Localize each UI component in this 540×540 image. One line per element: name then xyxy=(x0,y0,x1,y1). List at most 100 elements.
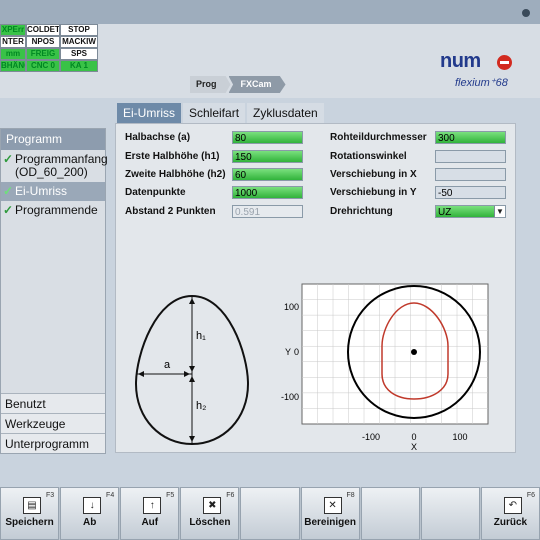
brand-subtitle: flexium⁺68 xyxy=(455,77,508,89)
sidebar-title: Programm xyxy=(1,129,105,150)
x-tick-label: 100 xyxy=(452,432,467,442)
sidebar-item-programmanfang[interactable]: ✓ Programmanfang (OD_60_200) xyxy=(1,150,108,182)
abstand-field: 0.591 xyxy=(232,205,303,218)
status-grid: XPErr COLDET STOP NTER NPOS MACKIW mm FR… xyxy=(0,24,98,72)
param-label: Rohteildurchmesser xyxy=(330,132,427,143)
status-cell: COLDET xyxy=(26,24,60,36)
fkey-label: F8 xyxy=(346,492,355,499)
button-label: Löschen xyxy=(189,517,231,528)
sidebar-item-ei-umriss[interactable]: ✓ Ei-Umriss xyxy=(1,182,105,201)
param-label: Datenpunkte xyxy=(125,187,186,198)
status-cell: SPS xyxy=(60,48,98,60)
sidebar-item-programmende[interactable]: ✓ Programmende xyxy=(1,201,105,220)
chevron-down-icon[interactable]: ▼ xyxy=(494,206,505,217)
x-axis-label: X xyxy=(411,442,417,452)
param-label: Rotationswinkel xyxy=(330,151,407,162)
empty-softkey[interactable] xyxy=(360,487,420,540)
clear-icon: ✕ xyxy=(323,497,342,514)
y-tick-label: -100 xyxy=(281,392,299,402)
down-icon: ↓ xyxy=(83,497,102,514)
status-cell: NPOS xyxy=(26,36,60,48)
up-icon: ↑ xyxy=(143,497,162,514)
verschiebung-x-field[interactable] xyxy=(435,168,506,181)
tab-schleifart[interactable]: Schleifart xyxy=(183,103,246,123)
header: XPErr COLDET STOP NTER NPOS MACKIW mm FR… xyxy=(0,0,540,98)
tab-bar: Ei-Umriss Schleifart Zyklusdaten xyxy=(117,103,324,123)
back-icon: ↶ xyxy=(503,497,522,514)
status-cell: FREIG xyxy=(26,48,60,60)
speichern-button[interactable]: F3 ▤ Speichern xyxy=(0,487,60,540)
arrow-icon xyxy=(189,298,195,304)
arrow-icon xyxy=(189,376,195,382)
empty-softkey[interactable] xyxy=(420,487,480,540)
param-label: Drehrichtung xyxy=(330,206,393,217)
arrow-icon xyxy=(184,371,190,377)
a-label: a xyxy=(164,359,171,371)
breadcrumb-fxcam[interactable]: FXCam xyxy=(228,76,286,93)
tab-ei-umriss[interactable]: Ei-Umriss xyxy=(117,103,181,123)
rotationswinkel-field[interactable] xyxy=(435,150,506,163)
sidebar-item-label: Programmende xyxy=(15,203,98,217)
empty-softkey[interactable] xyxy=(240,487,300,540)
button-label: Auf xyxy=(141,517,159,528)
halbachse-field[interactable]: 80 xyxy=(232,131,303,144)
drehrichtung-select[interactable]: UZ ▼ xyxy=(435,205,506,218)
check-icon: ✓ xyxy=(3,203,14,217)
ab-button[interactable]: F4 ↓ Ab xyxy=(60,487,120,540)
auf-button[interactable]: F5 ↑ Auf xyxy=(120,487,180,540)
datenpunkte-field[interactable]: 1000 xyxy=(232,186,303,199)
sidebar-werkzeuge[interactable]: Werkzeuge xyxy=(1,413,105,433)
x-tick-label: 0 xyxy=(411,432,416,442)
param-label: Zweite Halbhöhe (h2) xyxy=(125,169,226,180)
h1-field[interactable]: 150 xyxy=(232,150,303,163)
y-tick-label: 0 xyxy=(294,347,299,357)
fkey-label: F5 xyxy=(166,492,175,499)
loeschen-button[interactable]: F6 ✖ Löschen xyxy=(180,487,240,540)
check-icon: ✓ xyxy=(3,184,14,198)
breadcrumb-prog[interactable]: Prog xyxy=(190,76,231,93)
h2-field[interactable]: 60 xyxy=(232,168,303,181)
h1-label: h₁ xyxy=(196,330,206,342)
rohteildurchmesser-field[interactable]: 300 xyxy=(435,131,506,144)
sidebar-item-label: Ei-Umriss xyxy=(15,184,67,198)
top-bar xyxy=(0,0,540,24)
trash-icon: ✖ xyxy=(203,497,222,514)
x-tick-label: -100 xyxy=(362,432,380,442)
button-label: Ab xyxy=(82,517,97,528)
arrow-icon xyxy=(189,436,195,442)
param-label: Halbachse (a) xyxy=(125,132,191,143)
egg-sketch: h₁ h₂ a xyxy=(134,294,250,446)
param-label: Verschiebung in X xyxy=(330,169,417,180)
tab-zyklusdaten[interactable]: Zyklusdaten xyxy=(247,103,324,123)
bereinigen-button[interactable]: F8 ✕ Bereinigen xyxy=(300,487,360,540)
status-cell: BHÄNG xyxy=(0,60,26,72)
param-label: Erste Halbhöhe (h1) xyxy=(125,151,220,162)
fkey-label: F4 xyxy=(106,492,115,499)
program-sidebar: Programm ✓ Programmanfang (OD_60_200) ✓ … xyxy=(0,128,108,454)
status-cell: CNC 0 xyxy=(26,60,60,72)
fkey-label: F6 xyxy=(226,492,235,499)
breadcrumb: Prog FXCam xyxy=(190,76,286,93)
logo-mark-icon xyxy=(497,55,512,70)
button-label: Zurück xyxy=(493,517,528,528)
sidebar-benutzt[interactable]: Benutzt xyxy=(1,393,105,413)
param-label: Abstand 2 Punkten xyxy=(125,206,216,217)
arrow-icon xyxy=(138,371,144,377)
contour-plot: -100 0 100 100 0 -100 X Y xyxy=(281,283,489,452)
sidebar-unterprogramm[interactable]: Unterprogramm xyxy=(1,433,105,453)
zurueck-button[interactable]: F6 ↶ Zurück xyxy=(480,487,540,540)
drehrichtung-value: UZ xyxy=(438,207,452,218)
status-cell: XPErr xyxy=(0,24,26,36)
arrow-icon xyxy=(189,366,195,372)
indicator-icon xyxy=(522,9,530,17)
status-cell: mm xyxy=(0,48,26,60)
brand-logo: num xyxy=(440,50,481,72)
status-cell: NTER xyxy=(0,36,26,48)
status-cell: KA 1 xyxy=(60,60,98,72)
verschiebung-y-field[interactable]: -50 xyxy=(435,186,506,199)
check-icon: ✓ xyxy=(3,152,14,166)
param-label: Verschiebung in Y xyxy=(330,187,417,198)
softkey-bar: F3 ▤ Speichern F4 ↓ Ab F5 ↑ Auf F6 ✖ Lös… xyxy=(0,487,540,540)
y-tick-label: 100 xyxy=(284,302,299,312)
status-cell: MACKIW xyxy=(60,36,98,48)
